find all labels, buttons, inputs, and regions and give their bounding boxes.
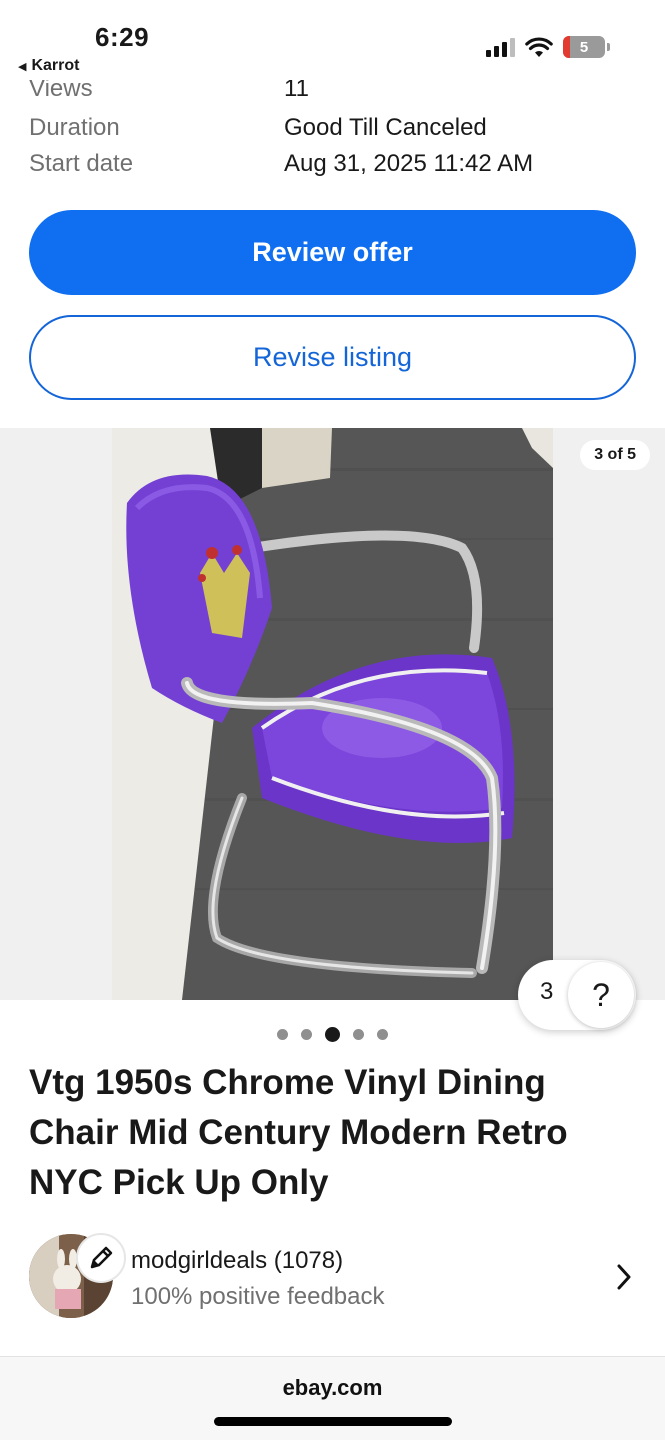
revise-listing-button[interactable]: Revise listing [29,315,636,400]
detail-label: Duration [29,114,120,141]
home-indicator[interactable] [214,1417,452,1426]
battery-icon: 5 [563,36,610,58]
edit-profile-button[interactable] [76,1233,126,1283]
listing-photo[interactable] [112,428,553,1000]
battery-level: 5 [579,38,589,56]
chevron-right-icon[interactable] [615,1263,633,1291]
detail-row-duration: Duration Good Till Canceled [0,114,665,150]
image-gallery[interactable]: 3 of 5 [0,428,665,1000]
pagination-dot-active[interactable] [325,1027,340,1042]
back-app-label: Karrot [31,57,80,74]
detail-label: Start date [29,150,134,177]
seller-row[interactable]: modgirldeals (1078) 100% positive feedba… [0,1225,665,1330]
detail-value: Good Till Canceled [284,114,487,141]
pagination-dot[interactable] [377,1029,388,1040]
cellular-signal-icon [486,37,515,57]
help-question-label: ? [592,976,610,1013]
help-question-icon[interactable]: ? [568,962,634,1028]
listing-title: Vtg 1950s Chrome Vinyl Dining Chair Mid … [29,1063,568,1202]
pagination-dot[interactable] [301,1029,312,1040]
status-bar: 6:29 ◀ Karrot 5 [0,0,665,80]
pagination-dot[interactable] [353,1029,364,1040]
seller-feedback: 100% positive feedback [131,1283,385,1310]
back-to-app-button[interactable]: ◀ Karrot [18,57,79,75]
pagination-dot[interactable] [277,1029,288,1040]
help-count: 3 [540,978,554,1005]
seller-name[interactable]: modgirldeals (1078) [131,1247,343,1275]
image-counter-badge: 3 of 5 [580,440,650,470]
status-time: 6:29 [95,22,150,52]
detail-value: Aug 31, 2025 11:42 AM [284,150,534,177]
back-arrow-icon: ◀ [18,60,27,73]
review-offer-button[interactable]: Review offer [29,210,636,295]
detail-row-start-date: Start date Aug 31, 2025 11:42 AM [0,150,665,186]
help-widget[interactable]: 3 ? [518,960,636,1030]
browser-bottom-bar: ebay.com [0,1356,665,1440]
browser-url[interactable]: ebay.com [0,1375,665,1401]
status-icons: 5 [486,36,610,58]
pencil-icon [90,1246,113,1269]
wifi-icon [525,36,553,57]
